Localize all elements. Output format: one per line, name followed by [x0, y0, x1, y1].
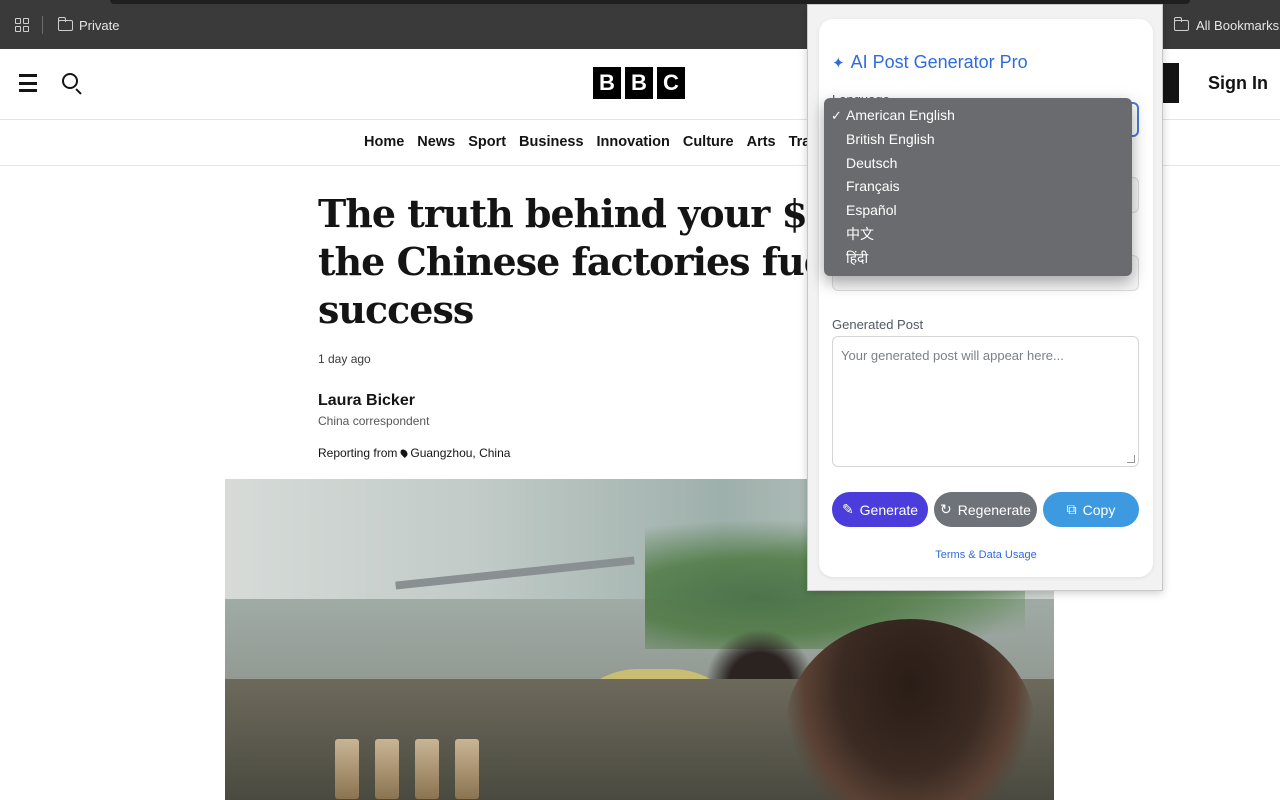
language-option[interactable]: 中文: [824, 223, 1132, 247]
language-option[interactable]: Deutsch: [824, 152, 1132, 176]
extension-title-text: AI Post Generator Pro: [850, 52, 1028, 72]
bbc-logo[interactable]: B B C: [593, 67, 685, 99]
sign-in-link[interactable]: Sign In: [1208, 73, 1268, 94]
refresh-icon: ↻: [940, 501, 952, 517]
terms-link[interactable]: Terms & Data Usage: [819, 549, 1153, 561]
apps-grid-icon[interactable]: [15, 18, 29, 32]
nav-item-innovation[interactable]: Innovation: [597, 134, 670, 150]
author-name: Laura Bicker: [318, 392, 415, 409]
generated-post-label: Generated Post: [832, 317, 924, 332]
extension-popup: ✦ AI Post Generator Pro Language Generat…: [807, 4, 1163, 591]
nav-item-sport[interactable]: Sport: [468, 134, 506, 150]
checkmark-icon: ✓: [831, 108, 842, 123]
search-icon[interactable]: [62, 73, 78, 89]
nav-item-home[interactable]: Home: [364, 134, 404, 150]
bookmarks-divider: [42, 16, 43, 34]
article-timestamp: 1 day ago: [318, 352, 371, 366]
generated-post-placeholder: Your generated post will appear here...: [841, 348, 1064, 363]
all-bookmarks-button[interactable]: All Bookmarks: [1196, 18, 1279, 33]
copy-button[interactable]: ⧉ Copy: [1043, 492, 1139, 527]
nav-item-news[interactable]: News: [417, 134, 455, 150]
bookmark-folder-private[interactable]: Private: [79, 18, 119, 33]
menu-icon[interactable]: [19, 74, 37, 92]
language-option[interactable]: हिंदी: [824, 247, 1132, 271]
nav-item-business[interactable]: Business: [519, 134, 583, 150]
folder-icon: [1173, 17, 1189, 31]
resize-handle-icon[interactable]: [1127, 455, 1135, 463]
reporting-location: Reporting from Guangzhou, China: [318, 446, 510, 460]
regenerate-label: Regenerate: [957, 501, 1031, 518]
generated-post-textarea[interactable]: Your generated post will appear here...: [832, 336, 1139, 467]
logo-letter: C: [657, 67, 685, 99]
generate-label: Generate: [859, 501, 919, 518]
language-option[interactable]: British English: [824, 128, 1132, 152]
language-option[interactable]: ✓ American English: [824, 104, 1132, 128]
copy-icon: ⧉: [1066, 501, 1077, 517]
reporting-prefix: Reporting from: [318, 446, 398, 460]
language-option[interactable]: Français: [824, 175, 1132, 199]
nav-item-culture[interactable]: Culture: [683, 134, 734, 150]
reporting-place: Guangzhou, China: [410, 446, 511, 460]
generate-button[interactable]: ✎ Generate: [832, 492, 928, 527]
logo-letter: B: [625, 67, 653, 99]
regenerate-button[interactable]: ↻ Regenerate: [934, 492, 1037, 527]
logo-letter: B: [593, 67, 621, 99]
author-role: China correspondent: [318, 414, 430, 428]
language-option[interactable]: Español: [824, 199, 1132, 223]
nav-item-arts[interactable]: Arts: [747, 134, 776, 150]
pencil-icon: ✎: [841, 501, 854, 517]
folder-icon: [57, 17, 73, 31]
sparkle-icon: ✦: [832, 54, 845, 72]
language-dropdown: ✓ American English British English Deutsc…: [824, 98, 1132, 276]
copy-label: Copy: [1082, 501, 1116, 518]
extension-title: ✦ AI Post Generator Pro: [832, 52, 1028, 73]
location-pin-icon: [399, 448, 410, 458]
